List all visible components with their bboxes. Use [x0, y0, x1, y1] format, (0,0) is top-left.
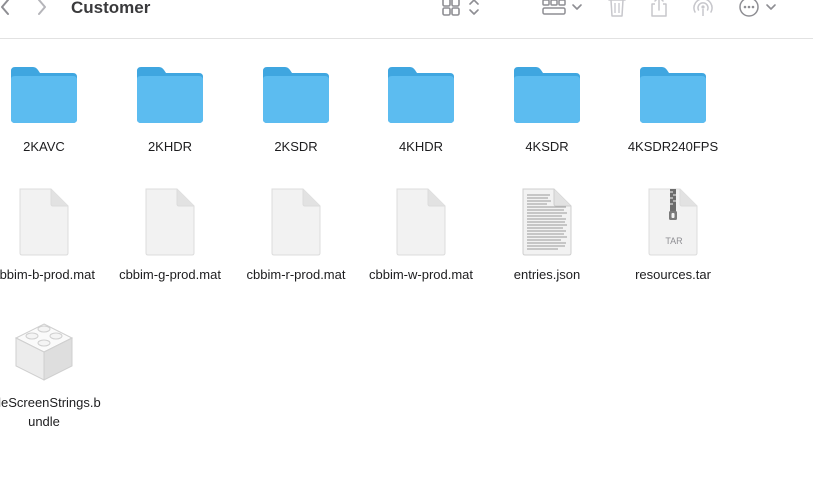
- file-item[interactable]: cbbim-w-prod.mat: [361, 183, 481, 284]
- document-icon: [19, 188, 69, 256]
- airdrop-button[interactable]: [690, 0, 716, 20]
- file-name: 2KSDR: [274, 139, 318, 154]
- file-name: 4KHDR: [398, 139, 444, 154]
- archive-icon: [648, 188, 698, 256]
- finder-toolbar: Customer: [0, 0, 813, 39]
- folder-icon: [388, 67, 454, 123]
- folder-icon: [11, 67, 77, 123]
- file-grid: 2KAVC 2KHDR 2KSDR 4KHDR 4KSDR 4KSDR240FP…: [0, 39, 813, 500]
- file-name: 4KSDR: [525, 139, 569, 154]
- file-name: 2KHDR: [147, 139, 193, 154]
- group-by-grid-icon: [542, 0, 582, 15]
- delete-button[interactable]: [606, 0, 628, 20]
- file-name: 4KSDR240FPS: [627, 139, 719, 154]
- chevron-right-icon: [38, 0, 46, 15]
- file-item[interactable]: cbbim-g-prod.mat: [110, 183, 230, 284]
- file-item[interactable]: cbbim-r-prod.mat: [236, 183, 356, 284]
- ellipsis-circle-icon: [739, 0, 776, 17]
- file-name: resources.tar: [635, 267, 711, 282]
- document-icon: [396, 188, 446, 256]
- file-item[interactable]: 2KHDR: [110, 55, 230, 156]
- view-mode-button[interactable]: [440, 0, 484, 20]
- file-name: IdleScreenStrings.bundle: [0, 395, 101, 429]
- file-name: cbbim-w-prod.mat: [368, 267, 474, 282]
- file-item[interactable]: IdleScreenStrings.bundle: [0, 311, 104, 431]
- document-icon: [271, 188, 321, 256]
- airdrop-icon: [693, 0, 713, 16]
- trash-icon: [608, 0, 626, 17]
- bundle-icon: [14, 323, 74, 381]
- file-name: entries.json: [513, 267, 581, 282]
- file-name: cbbim-b-prod.mat: [0, 267, 95, 282]
- share-button[interactable]: [648, 0, 670, 20]
- folder-icon: [137, 67, 203, 123]
- file-item[interactable]: entries.json: [487, 183, 607, 284]
- tar-badge: TAR: [665, 236, 683, 246]
- share-icon: [651, 0, 667, 17]
- file-item[interactable]: 4KSDR240FPS: [613, 55, 733, 156]
- file-item[interactable]: resources.tar: [613, 183, 733, 284]
- file-item[interactable]: cbbim-b-prod.mat: [0, 183, 104, 284]
- file-item[interactable]: 4KHDR: [361, 55, 481, 156]
- file-item[interactable]: 4KSDR: [487, 55, 607, 156]
- more-actions-button[interactable]: [736, 0, 782, 20]
- file-item[interactable]: 2KSDR: [236, 55, 356, 156]
- window-title: Customer: [71, 0, 151, 17]
- chevron-left-icon: [1, 0, 9, 15]
- file-name: 2KAVC: [23, 139, 65, 154]
- file-name: cbbim-r-prod.mat: [246, 267, 346, 282]
- file-item[interactable]: 2KAVC: [0, 55, 104, 156]
- document-icon: [145, 188, 195, 256]
- folder-icon: [514, 67, 580, 123]
- folder-icon: [640, 67, 706, 123]
- forward-button[interactable]: [33, 0, 51, 18]
- icon-grid-icon: [442, 0, 479, 16]
- text-document-icon: [522, 188, 572, 256]
- folder-icon: [263, 67, 329, 123]
- group-button[interactable]: [540, 0, 586, 20]
- back-button[interactable]: [0, 0, 14, 18]
- file-name: cbbim-g-prod.mat: [119, 267, 221, 282]
